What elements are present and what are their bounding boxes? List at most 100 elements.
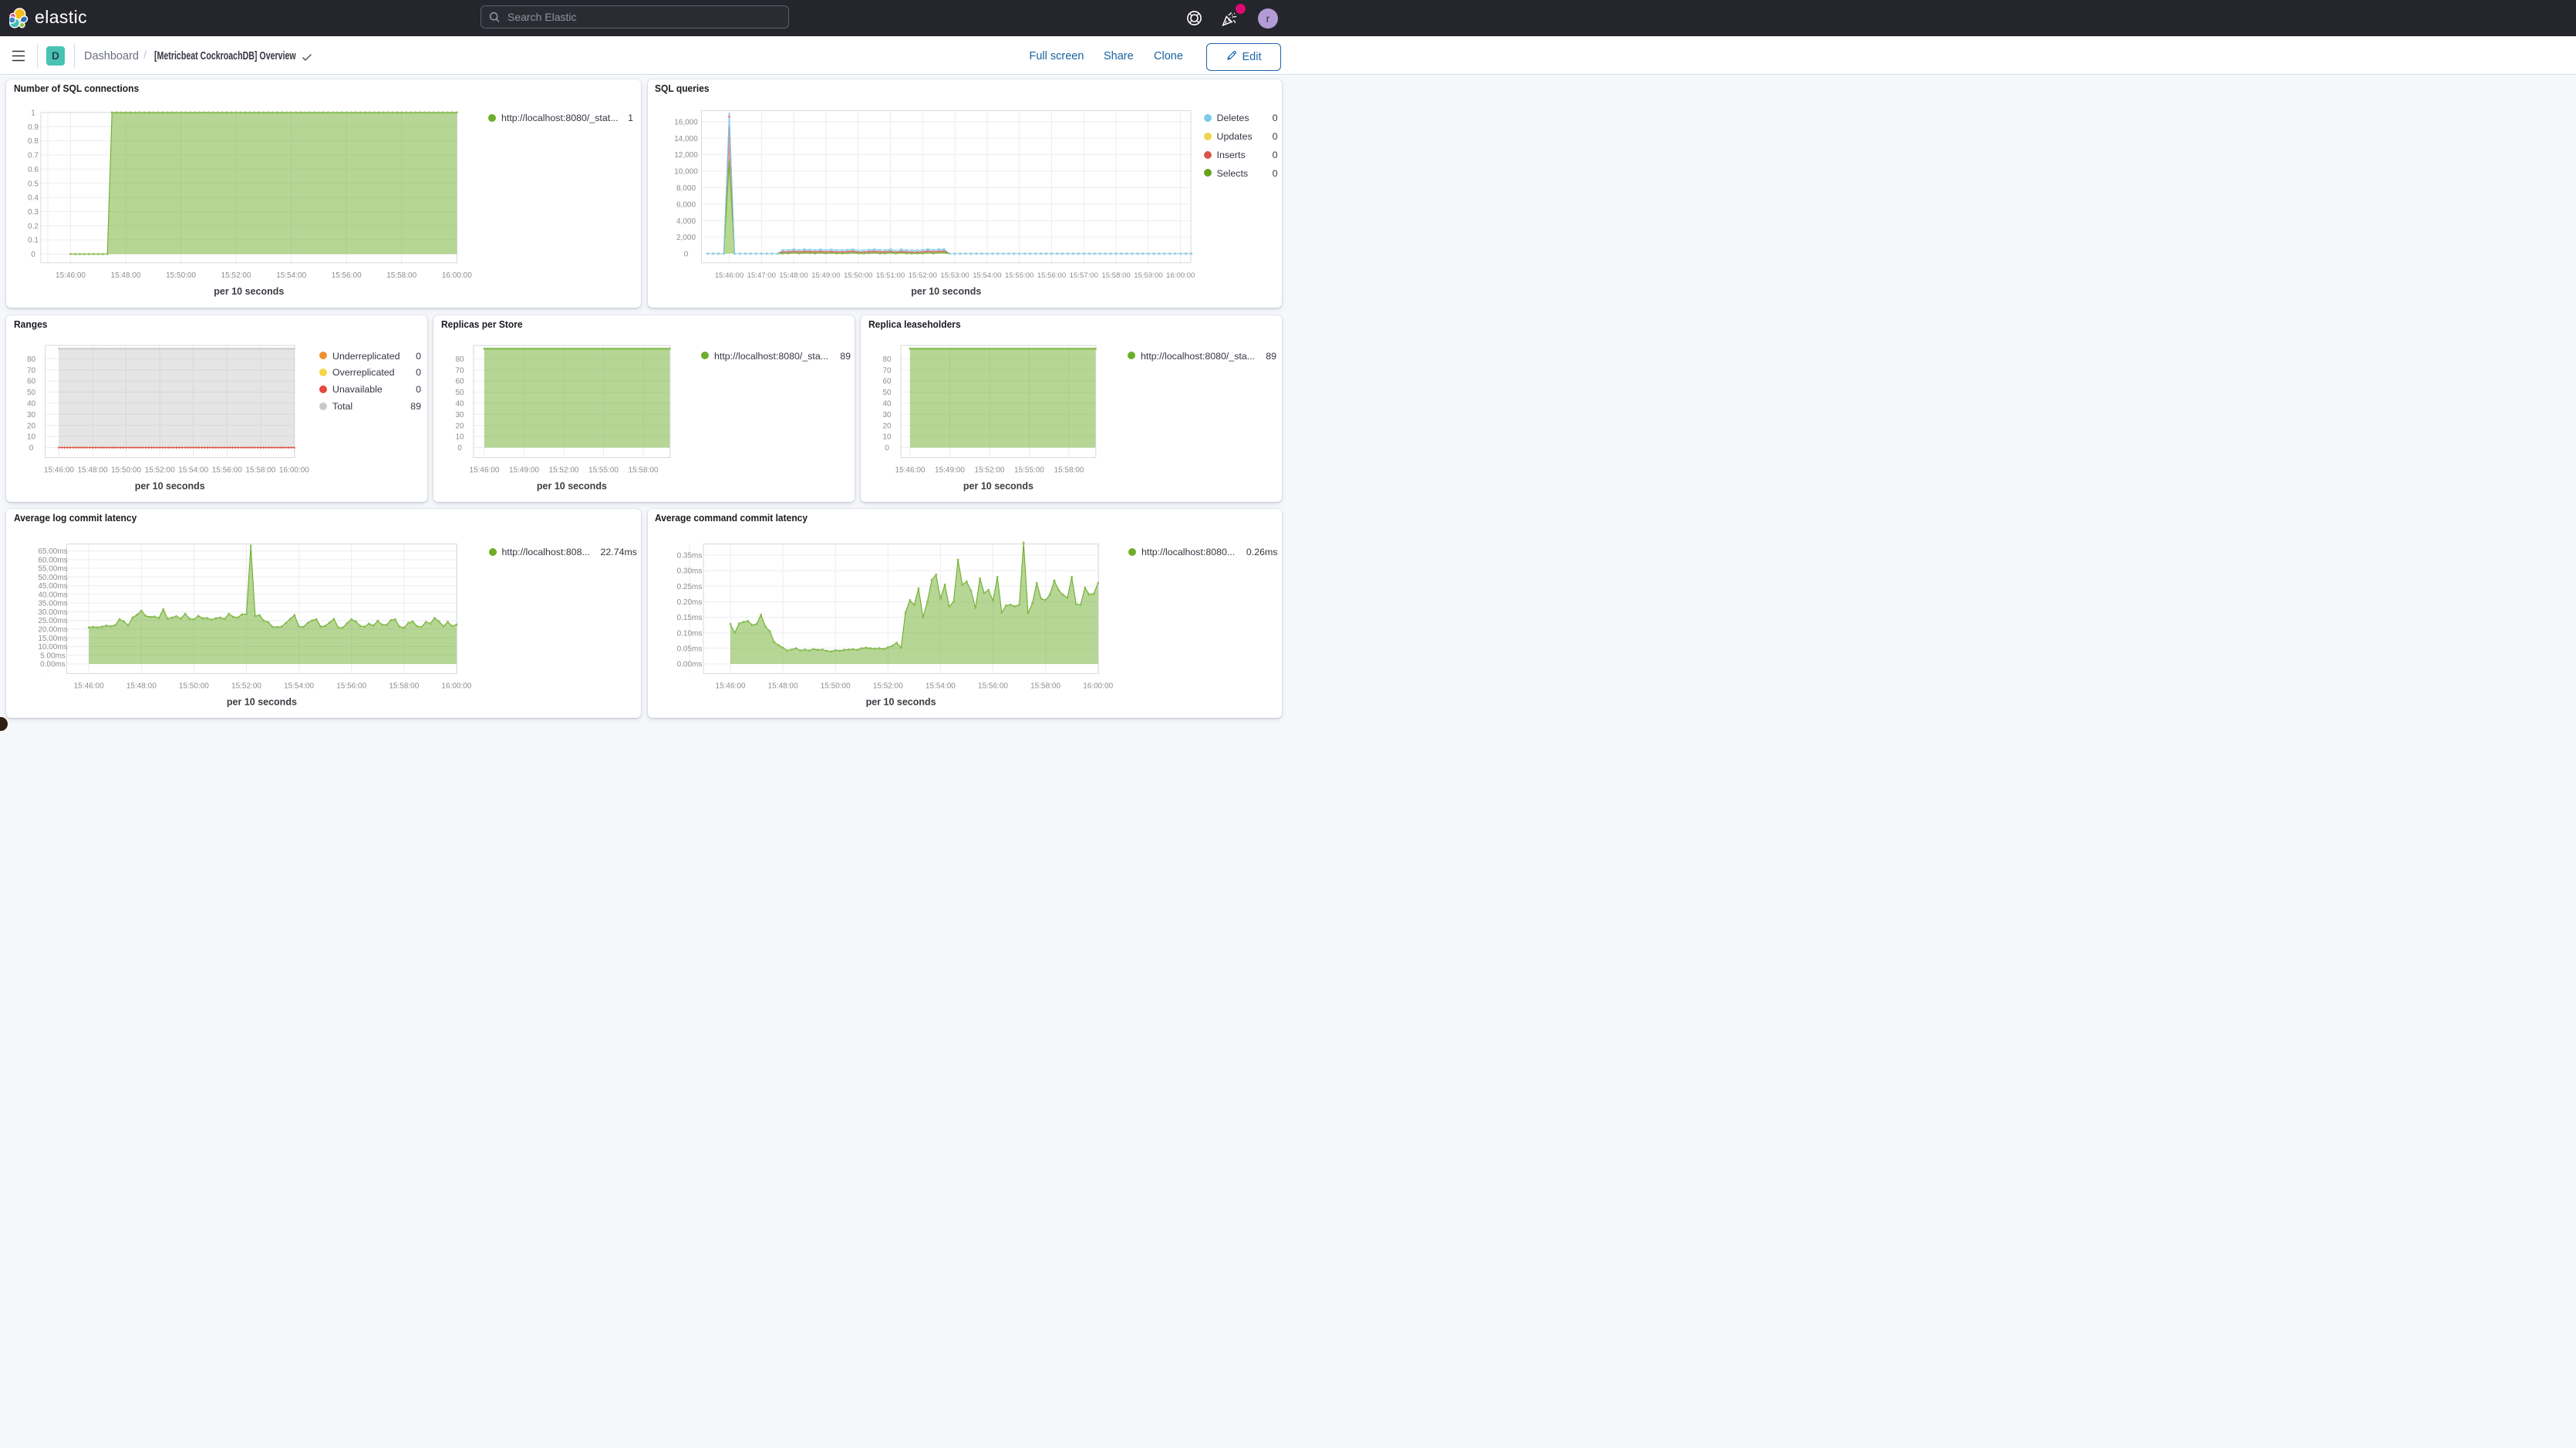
svg-text:30.00ms: 30.00ms <box>38 608 67 617</box>
svg-text:15:52:00: 15:52:00 <box>872 682 902 691</box>
svg-text:15:46:00: 15:46:00 <box>44 466 74 475</box>
svg-text:15:52:00: 15:52:00 <box>908 271 936 280</box>
svg-text:16:00:00: 16:00:00 <box>441 682 471 691</box>
svg-text:15:46:00: 15:46:00 <box>715 682 745 691</box>
svg-text:15:46:00: 15:46:00 <box>895 466 926 475</box>
svg-text:15:46:00: 15:46:00 <box>470 466 500 475</box>
svg-text:10,000: 10,000 <box>674 168 698 177</box>
svg-text:15:57:00: 15:57:00 <box>1069 271 1097 280</box>
svg-text:15:54:00: 15:54:00 <box>276 271 306 280</box>
svg-text:0.20ms: 0.20ms <box>676 598 702 607</box>
svg-text:8,000: 8,000 <box>676 184 695 193</box>
svg-text:30: 30 <box>882 411 892 419</box>
svg-text:70: 70 <box>27 366 36 375</box>
svg-text:15:48:00: 15:48:00 <box>78 466 108 475</box>
svg-text:0.9: 0.9 <box>28 123 39 132</box>
svg-text:15:58:00: 15:58:00 <box>1054 466 1084 475</box>
svg-text:0.35ms: 0.35ms <box>676 552 702 561</box>
svg-text:16:00:00: 16:00:00 <box>1083 682 1113 691</box>
svg-text:25.00ms: 25.00ms <box>38 617 67 625</box>
svg-text:15:48:00: 15:48:00 <box>126 682 157 691</box>
svg-text:20: 20 <box>455 422 464 430</box>
svg-text:0.25ms: 0.25ms <box>676 583 702 591</box>
svg-text:15:58:00: 15:58:00 <box>1101 271 1130 280</box>
svg-text:0.8: 0.8 <box>28 137 39 146</box>
svg-text:30: 30 <box>27 411 36 419</box>
svg-text:35.00ms: 35.00ms <box>38 600 67 608</box>
svg-text:60: 60 <box>882 378 892 386</box>
svg-text:0.4: 0.4 <box>28 194 39 203</box>
svg-text:20: 20 <box>27 422 36 430</box>
svg-text:45.00ms: 45.00ms <box>38 582 67 591</box>
svg-text:15:58:00: 15:58:00 <box>386 271 416 280</box>
svg-text:15:47:00: 15:47:00 <box>747 271 775 280</box>
svg-text:15:58:00: 15:58:00 <box>389 682 419 691</box>
svg-text:15:52:00: 15:52:00 <box>145 466 175 475</box>
svg-text:per 10 seconds: per 10 seconds <box>537 481 607 492</box>
svg-text:15:50:00: 15:50:00 <box>111 466 141 475</box>
svg-text:6,000: 6,000 <box>676 200 695 209</box>
svg-text:80: 80 <box>455 355 464 364</box>
svg-text:15:56:00: 15:56:00 <box>978 682 1008 691</box>
svg-text:55.00ms: 55.00ms <box>38 565 67 574</box>
svg-text:15:48:00: 15:48:00 <box>111 271 141 280</box>
svg-text:15.00ms: 15.00ms <box>38 635 67 643</box>
svg-text:40: 40 <box>455 400 464 409</box>
svg-text:15:54:00: 15:54:00 <box>973 271 1001 280</box>
svg-text:15:48:00: 15:48:00 <box>767 682 797 691</box>
svg-text:20: 20 <box>882 422 892 430</box>
svg-text:80: 80 <box>27 355 36 364</box>
svg-text:15:52:00: 15:52:00 <box>231 682 261 691</box>
svg-text:15:55:00: 15:55:00 <box>1005 271 1033 280</box>
svg-text:15:56:00: 15:56:00 <box>336 682 366 691</box>
svg-text:0.6: 0.6 <box>28 166 39 174</box>
svg-text:0.00ms: 0.00ms <box>40 661 66 669</box>
svg-text:0.5: 0.5 <box>28 180 39 188</box>
svg-text:15:52:00: 15:52:00 <box>549 466 579 475</box>
svg-text:50.00ms: 50.00ms <box>38 574 67 582</box>
svg-text:0.2: 0.2 <box>28 222 39 231</box>
svg-text:15:52:00: 15:52:00 <box>221 271 251 280</box>
svg-text:70: 70 <box>455 366 464 375</box>
svg-text:15:58:00: 15:58:00 <box>1030 682 1060 691</box>
svg-text:per 10 seconds: per 10 seconds <box>227 697 297 708</box>
svg-text:15:46:00: 15:46:00 <box>74 682 104 691</box>
svg-text:15:50:00: 15:50:00 <box>166 271 196 280</box>
svg-text:16:00:00: 16:00:00 <box>442 271 472 280</box>
svg-text:16:00:00: 16:00:00 <box>1166 271 1195 280</box>
svg-text:80: 80 <box>882 355 892 364</box>
svg-text:15:58:00: 15:58:00 <box>245 466 275 475</box>
svg-text:50: 50 <box>27 389 36 397</box>
svg-text:0.15ms: 0.15ms <box>676 614 702 622</box>
svg-text:15:46:00: 15:46:00 <box>56 271 86 280</box>
svg-text:40.00ms: 40.00ms <box>38 591 67 599</box>
svg-text:40: 40 <box>882 400 892 409</box>
svg-text:0: 0 <box>457 444 462 453</box>
svg-text:0.1: 0.1 <box>28 237 39 245</box>
svg-text:5.00ms: 5.00ms <box>40 652 66 660</box>
svg-text:per 10 seconds: per 10 seconds <box>963 481 1033 492</box>
svg-text:15:55:00: 15:55:00 <box>588 466 619 475</box>
svg-text:0.30ms: 0.30ms <box>676 567 702 576</box>
svg-text:15:49:00: 15:49:00 <box>811 271 840 280</box>
svg-text:2,000: 2,000 <box>676 234 695 242</box>
svg-text:15:55:00: 15:55:00 <box>1014 466 1044 475</box>
svg-text:60: 60 <box>455 378 464 386</box>
svg-text:30: 30 <box>455 411 464 419</box>
svg-text:4,000: 4,000 <box>676 217 695 226</box>
svg-text:15:54:00: 15:54:00 <box>178 466 208 475</box>
svg-text:20.00ms: 20.00ms <box>38 626 67 635</box>
svg-text:15:58:00: 15:58:00 <box>629 466 659 475</box>
svg-text:14,000: 14,000 <box>674 135 698 143</box>
svg-text:50: 50 <box>455 389 464 397</box>
svg-text:10.00ms: 10.00ms <box>38 643 67 652</box>
svg-text:10: 10 <box>455 433 464 442</box>
svg-text:16,000: 16,000 <box>674 118 698 126</box>
svg-text:15:56:00: 15:56:00 <box>332 271 362 280</box>
svg-text:per 10 seconds: per 10 seconds <box>135 481 205 492</box>
svg-text:40: 40 <box>27 400 36 409</box>
svg-text:15:52:00: 15:52:00 <box>975 466 1005 475</box>
svg-text:0: 0 <box>683 251 688 259</box>
svg-text:0: 0 <box>29 444 34 453</box>
svg-text:0.05ms: 0.05ms <box>676 645 702 653</box>
